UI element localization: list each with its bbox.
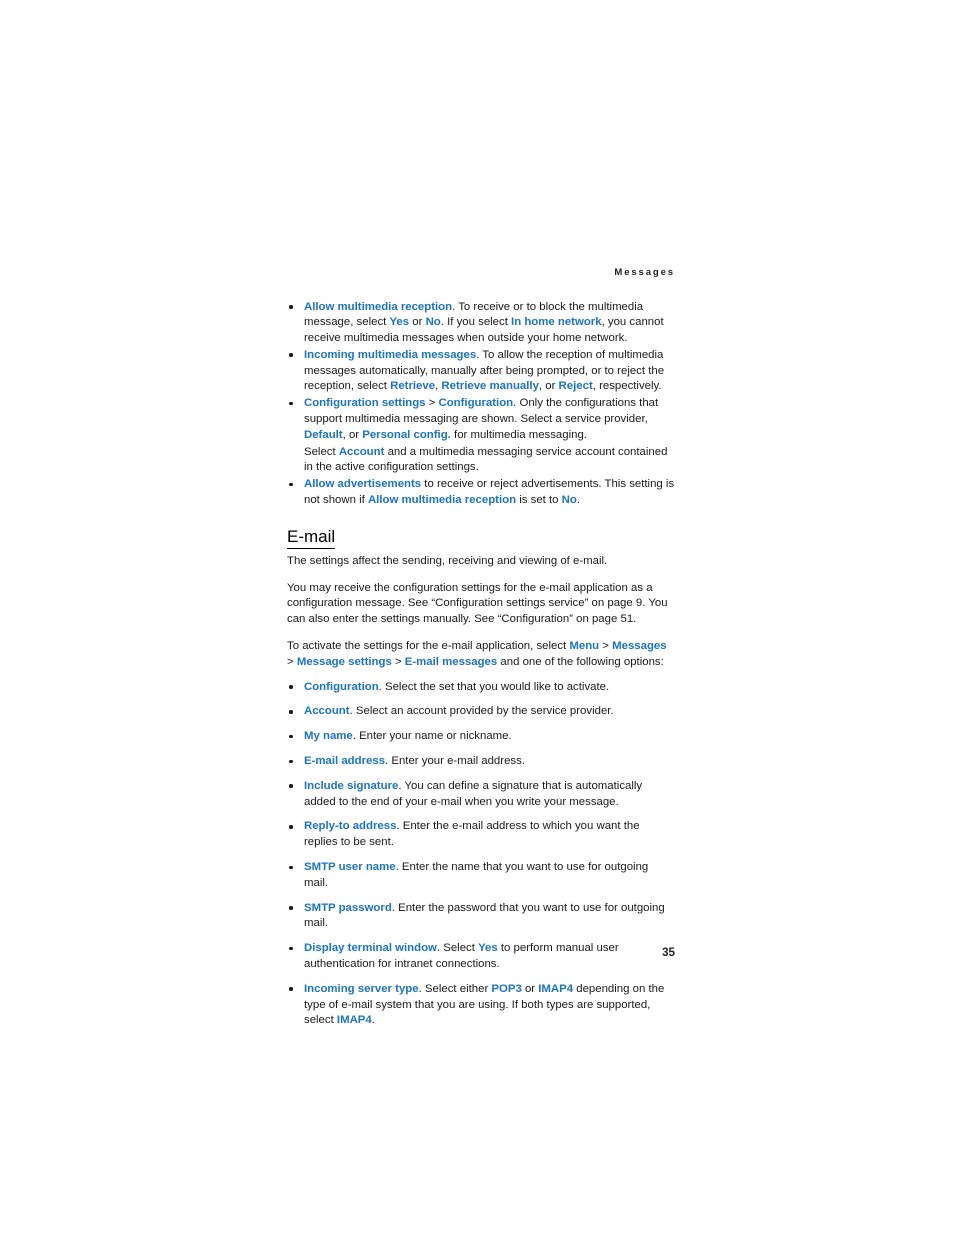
ui-term: Include signature	[304, 779, 399, 792]
bullet-dot-icon	[289, 305, 293, 309]
list-item-text: My name. Enter your name or nickname.	[304, 730, 512, 743]
list-item: Allow advertisements to receive or rejec…	[287, 477, 675, 509]
ui-term: POP3	[491, 982, 522, 995]
list-item: My name. Enter your name or nickname.	[287, 729, 675, 745]
ui-term: Menu	[569, 640, 600, 653]
email-intro-paragraph-1: The settings affect the sending, receivi…	[287, 554, 608, 567]
list-item-text: Account. Select an account provided by t…	[304, 705, 614, 718]
page-title: E-mail	[287, 527, 336, 549]
list-item-text: E-mail address. Enter your e-mail addres…	[304, 755, 525, 768]
ui-term: No	[561, 494, 577, 507]
bullet-dot-icon	[289, 784, 293, 788]
list-item: Include signature. You can define a sign…	[287, 779, 675, 811]
list-item: Incoming multimedia messages. To allow t…	[287, 348, 675, 395]
ui-term: E-mail messages	[404, 655, 498, 668]
email-activate-paragraph: To activate the settings for the e-mail …	[287, 640, 667, 668]
ui-term: Incoming multimedia messages	[304, 348, 477, 361]
list-item: Configuration settings > Configuration. …	[287, 396, 675, 443]
ui-term: Account	[338, 445, 385, 458]
ui-term: In home network	[511, 316, 602, 329]
mms-settings-list-tail: Allow advertisements to receive or rejec…	[287, 477, 675, 509]
ui-term: Reply-to address	[304, 820, 397, 833]
list-item: Allow multimedia reception. To receive o…	[287, 300, 675, 347]
ui-term: Message settings	[296, 655, 392, 668]
email-options-list: Configuration. Select the set that you w…	[287, 680, 675, 1030]
page-number: 35	[662, 946, 675, 959]
list-item-text: Configuration settings > Configuration. …	[304, 397, 659, 441]
mms-settings-list: Allow multimedia reception. To receive o…	[287, 300, 675, 444]
bullet-dot-icon	[289, 709, 293, 714]
list-item-text: Include signature. You can define a sign…	[304, 779, 643, 808]
bullet-dot-icon	[289, 685, 293, 689]
list-item: Configuration. Select the set that you w…	[287, 680, 675, 696]
list-item-text: SMTP password. Enter the password that y…	[304, 901, 665, 930]
ui-term: Personal config.	[362, 428, 451, 441]
list-item: SMTP user name. Enter the name that you …	[287, 860, 675, 892]
bullet-dot-icon	[289, 824, 293, 829]
ui-term: SMTP password	[304, 901, 392, 914]
list-item-text: Incoming server type. Select either POP3…	[304, 982, 665, 1027]
ui-term: Configuration settings	[304, 397, 426, 410]
ui-term: SMTP user name	[304, 861, 396, 874]
ui-term: IMAP4	[336, 1014, 372, 1027]
page-content: Messages Allow multimedia reception. To …	[287, 268, 675, 1038]
list-item: Reply-to address. Enter the e-mail addre…	[287, 819, 675, 851]
ui-term: Reject	[558, 380, 593, 393]
ui-term: Retrieve	[390, 380, 436, 393]
ui-term: No	[425, 316, 441, 329]
list-item-text: Allow multimedia reception. To receive o…	[304, 300, 664, 345]
list-item: Incoming server type. Select either POP3…	[287, 982, 675, 1029]
bullet-dot-icon	[289, 987, 293, 991]
ui-term: Allow advertisements	[304, 478, 422, 491]
bullet-dot-icon	[289, 482, 293, 487]
ui-term: Allow multimedia reception	[367, 494, 517, 507]
list-item-text: Allow advertisements to receive or rejec…	[304, 478, 675, 507]
list-item: SMTP password. Enter the password that y…	[287, 901, 675, 933]
ui-term: Incoming server type	[304, 982, 419, 995]
ui-term: Allow multimedia reception	[304, 300, 453, 313]
email-intro-paragraph-2: You may receive the configuration settin…	[287, 581, 668, 626]
ui-term: Account	[304, 705, 350, 718]
bullet-dot-icon	[289, 865, 293, 870]
list-item-text: SMTP user name. Enter the name that you …	[304, 861, 649, 889]
ui-term: Retrieve manually	[441, 380, 539, 393]
ui-term: Yes	[389, 316, 410, 329]
list-item-text: Configuration. Select the set that you w…	[304, 680, 610, 693]
ui-term: Messages	[612, 640, 667, 653]
list-item: Account. Select an account provided by t…	[287, 704, 675, 720]
list-item: E-mail address. Enter your e-mail addres…	[287, 754, 675, 770]
ui-term: Default	[304, 428, 343, 441]
list-item-text: Reply-to address. Enter the e-mail addre…	[304, 820, 640, 849]
bullet-dot-icon	[289, 734, 293, 739]
manual-page: Messages Allow multimedia reception. To …	[0, 0, 954, 1235]
running-header: Messages	[614, 267, 675, 278]
ui-term: E-mail address	[304, 755, 386, 768]
ui-term: Configuration	[438, 397, 514, 410]
bullet-dot-icon	[289, 401, 293, 406]
list-item-text: Incoming multimedia messages. To allow t…	[304, 348, 665, 393]
ui-term: IMAP4	[538, 982, 574, 995]
select-account-note: Select Account and a multimedia messagin…	[304, 445, 668, 474]
ui-term: Configuration	[304, 680, 379, 693]
section-heading-wrap: E-mail	[287, 527, 675, 549]
bullet-dot-icon	[289, 759, 293, 764]
bullet-dot-icon	[289, 906, 293, 910]
bullet-dot-icon	[289, 353, 293, 357]
ui-term: My name	[304, 730, 353, 743]
